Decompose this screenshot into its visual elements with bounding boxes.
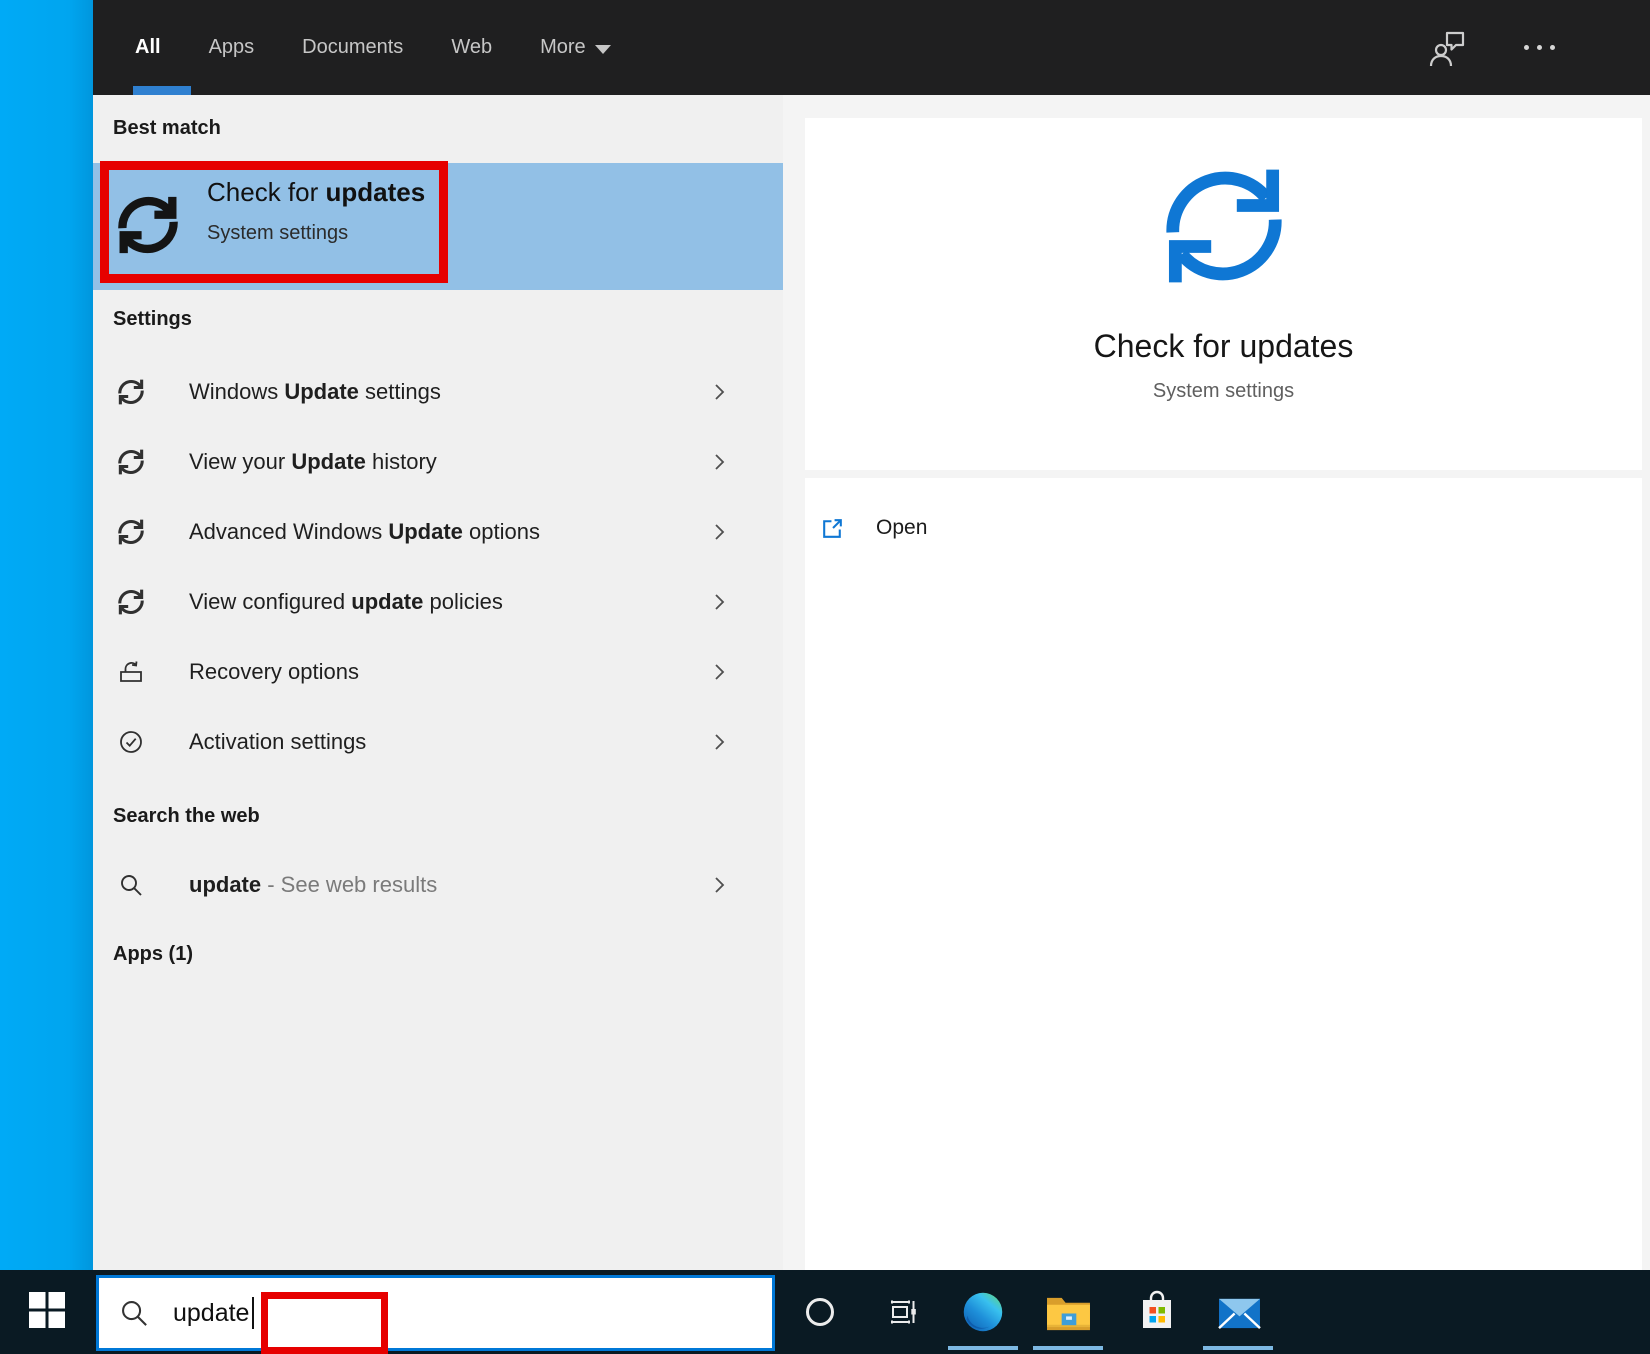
search-header: All Apps Documents Web More [93,0,1650,95]
tab-web[interactable]: Web [451,36,492,59]
settings-result-row[interactable]: Windows Update settings [93,358,783,426]
feedback-icon[interactable] [1428,26,1468,70]
preview-actions-card: Open [805,478,1642,1270]
sync-icon [1160,162,1288,290]
running-indicator [1033,1346,1103,1350]
task-view-icon[interactable] [878,1270,926,1354]
best-match-subtitle: System settings [207,222,349,244]
search-icon [117,1296,151,1330]
chevron-right-icon [707,660,731,684]
chevron-right-icon [707,590,731,614]
running-indicator [948,1346,1018,1350]
active-tab-underline [133,86,191,95]
settings-result-row[interactable]: View configured update policies [93,568,783,636]
tab-documents[interactable]: Documents [302,36,403,59]
search-query-text: update [173,1298,250,1327]
sync-icon [116,187,180,263]
file-explorer-icon[interactable] [1044,1270,1092,1354]
activation-icon [117,728,145,756]
chevron-right-icon [707,730,731,754]
chevron-right-icon [707,873,731,897]
tab-all[interactable]: All [135,36,161,59]
section-label-best-match: Best match [113,117,221,139]
sync-icon [117,588,145,616]
section-label-apps: Apps (1) [113,943,193,965]
edge-icon[interactable] [959,1270,1007,1354]
open-label: Open [876,516,928,539]
start-button[interactable] [0,1270,93,1354]
settings-result-row[interactable]: Recovery options [93,638,783,706]
running-indicator [1203,1346,1273,1350]
settings-result-row[interactable]: Advanced Windows Update options [93,498,783,566]
settings-result-row[interactable]: Activation settings [93,708,783,776]
chevron-right-icon [707,520,731,544]
sync-icon [117,378,145,406]
mail-icon[interactable] [1215,1270,1263,1354]
tab-more[interactable]: More [540,36,611,59]
section-label-settings: Settings [113,308,192,330]
search-icon [117,871,145,899]
settings-result-row[interactable]: View your Update history [93,428,783,496]
search-results-panel: Best match Check for updates System sett… [93,95,783,1270]
tab-apps[interactable]: Apps [209,36,255,59]
sync-icon [117,518,145,546]
recovery-icon [117,658,145,686]
cortana-icon[interactable] [796,1270,844,1354]
desktop-background [0,0,93,1270]
store-icon[interactable] [1134,1270,1180,1354]
caret-down-icon [594,44,611,54]
ellipsis-icon[interactable] [1524,45,1555,50]
taskbar: update [0,1270,1650,1354]
annotation-rectangle [261,1292,388,1354]
search-filter-tabs: All Apps Documents Web More [135,0,611,95]
preview-subtitle: System settings [1152,380,1295,402]
chevron-right-icon [707,380,731,404]
sync-icon [117,448,145,476]
open-action[interactable]: Open [805,496,1642,560]
search-input[interactable]: update [96,1275,775,1354]
text-cursor [252,1297,255,1329]
best-match-result[interactable]: Check for updates System settings [93,163,783,290]
windows-logo-icon [28,1291,65,1333]
preview-card: Check for updates System settings [805,118,1642,470]
preview-panel: Check for updates System settings Open [783,95,1650,1270]
preview-title: Check for updates [1093,328,1354,364]
open-external-icon [819,515,846,542]
section-label-search-web: Search the web [113,805,260,827]
best-match-title: Check for updates [207,177,426,207]
chevron-right-icon [707,450,731,474]
web-search-result-row[interactable]: update - See web results [93,851,783,919]
